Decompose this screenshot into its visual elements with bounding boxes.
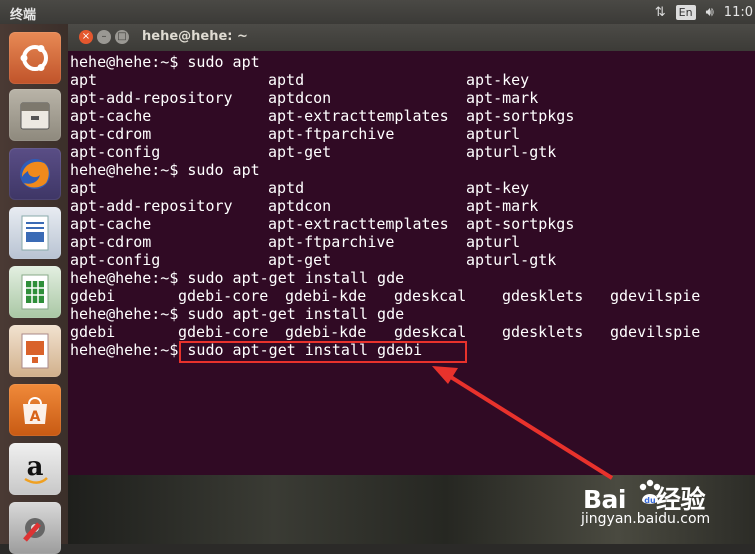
volume-icon[interactable]: 🔊︎ — [706, 3, 714, 21]
completion-item: apturl — [466, 233, 521, 251]
completion-item: gdebi-core — [178, 287, 269, 305]
completion-item: gdebi-kde — [285, 323, 367, 341]
terminal-prompt: hehe@hehe:~$ sudo apt — [70, 161, 260, 179]
terminal-line: hehe@hehe:~$ sudo apt-get install gde — [70, 305, 755, 323]
top-panel: 终端 ⇅ En 🔊︎ 11:0 — [0, 0, 755, 24]
terminal-window[interactable]: × – □ hehe@hehe: ~ hehe@hehe:~$ sudo apt… — [68, 24, 755, 475]
minimize-button[interactable]: – — [97, 30, 111, 44]
svg-text:a: a — [27, 452, 44, 482]
completion-item: aptdcon — [268, 89, 332, 107]
completion-item: aptd — [268, 71, 305, 89]
completion-item: apt-mark — [466, 197, 539, 215]
completion-item: gdesklets — [502, 287, 584, 305]
completion-item: apturl-gtk — [466, 251, 557, 269]
system-settings-icon[interactable] — [9, 502, 61, 554]
completion-item: apt-config — [70, 143, 161, 161]
completion-item: apt-key — [466, 179, 530, 197]
terminal-line: apt aptd apt-key — [70, 71, 755, 89]
maximize-button[interactable]: □ — [115, 30, 129, 44]
svg-text:du: du — [644, 496, 656, 505]
completion-item: apt-ftparchive — [268, 125, 395, 143]
completion-item: apt-add-repository — [70, 197, 233, 215]
terminal-line: gdebi gdebi-core gdebi-kde gdeskcal gdesklet… — [70, 287, 755, 305]
completion-item: gdebi-kde — [285, 287, 367, 305]
writer-icon[interactable] — [9, 207, 61, 259]
paw-icon: du — [639, 479, 661, 505]
completion-item: apt-get — [268, 143, 332, 161]
close-button[interactable]: × — [79, 30, 93, 44]
completion-item: gdebi-core — [178, 323, 269, 341]
terminal-line: hehe@hehe:~$ sudo apt-get install gde — [70, 269, 755, 287]
completion-item: apt-cache — [70, 215, 152, 233]
window-title: hehe@hehe: ~ — [142, 29, 248, 44]
completion-item: apturl-gtk — [466, 143, 557, 161]
terminal-line: apt-config apt-get apturl-gtk — [70, 143, 755, 161]
baidu-watermark: Bai 经验 du jingyan.baidu.com — [575, 478, 753, 542]
completion-item: gdevilspie — [610, 287, 701, 305]
keyboard-layout-indicator[interactable]: En — [675, 4, 696, 20]
amazon-icon[interactable]: a — [9, 443, 61, 495]
app-title: 终端 — [10, 8, 37, 23]
completion-item: apt-sortpkgs — [466, 107, 575, 125]
terminal-output[interactable]: hehe@hehe:~$ sudo apt apt aptd apt-key apt-a… — [70, 53, 755, 359]
files-icon[interactable] — [9, 89, 61, 141]
software-center-icon[interactable]: A — [9, 384, 61, 436]
completion-item: apt — [70, 179, 98, 197]
terminal-line: apt-add-repository aptdcon apt-mark — [70, 197, 755, 215]
completion-item: apt-mark — [466, 89, 539, 107]
terminal-line: apt-cdrom apt-ftparchive apturl — [70, 233, 755, 251]
completion-item: gdeskcal — [394, 287, 467, 305]
system-tray: ⇅ En 🔊︎ 11:0 — [655, 0, 755, 24]
terminal-prompt: hehe@hehe:~$ sudo apt-get install gde — [70, 305, 405, 323]
ubuntu-dash-icon[interactable] — [9, 32, 61, 84]
completion-item: gdebi — [70, 287, 116, 305]
completion-item: apt-ftparchive — [268, 233, 395, 251]
terminal-line: apt-cache apt-extracttemplates apt-sortpkg… — [70, 107, 755, 125]
command-highlight-box — [179, 341, 467, 363]
completion-item: apt-get — [268, 251, 332, 269]
completion-item: gdebi — [70, 323, 116, 341]
impress-icon[interactable] — [9, 325, 61, 377]
completion-item: aptd — [268, 179, 305, 197]
window-titlebar[interactable]: × – □ hehe@hehe: ~ — [68, 24, 755, 51]
completion-item: apt — [70, 71, 98, 89]
completion-item: gdeskcal — [394, 323, 467, 341]
completion-item: gdevilspie — [610, 323, 701, 341]
completion-item: apt-cdrom — [70, 125, 152, 143]
completion-item: apt-sortpkgs — [466, 215, 575, 233]
terminal-line: apt-cache apt-extracttemplates apt-sortpkg… — [70, 215, 755, 233]
terminal-line: gdebi gdebi-core gdebi-kde gdeskcal gdesklet… — [70, 323, 755, 341]
launcher: A a — [0, 24, 68, 554]
completion-item: aptdcon — [268, 197, 332, 215]
watermark-url: jingyan.baidu.com — [581, 511, 711, 527]
completion-item: gdesklets — [502, 323, 584, 341]
completion-item: apt-key — [466, 71, 530, 89]
terminal-line: hehe@hehe:~$ sudo apt — [70, 161, 755, 179]
terminal-line: apt-cdrom apt-ftparchive apturl — [70, 125, 755, 143]
firefox-icon[interactable] — [9, 148, 61, 200]
completion-item: apt-cdrom — [70, 233, 152, 251]
svg-text:A: A — [30, 409, 41, 425]
completion-item: apturl — [466, 125, 521, 143]
terminal-prompt: hehe@hehe:~$ sudo apt-get install gde — [70, 269, 405, 287]
network-icon[interactable]: ⇅ — [655, 3, 666, 21]
completion-item: apt-config — [70, 251, 161, 269]
calc-icon[interactable] — [9, 266, 61, 318]
completion-item: apt-extracttemplates — [268, 215, 449, 233]
terminal-line: apt-config apt-get apturl-gtk — [70, 251, 755, 269]
terminal-line: apt aptd apt-key — [70, 179, 755, 197]
completion-item: apt-cache — [70, 107, 152, 125]
terminal-line: hehe@hehe:~$ sudo apt — [70, 53, 755, 71]
clock[interactable]: 11:0 — [724, 5, 753, 20]
terminal-line: apt-add-repository aptdcon apt-mark — [70, 89, 755, 107]
completion-item: apt-extracttemplates — [268, 107, 449, 125]
terminal-prompt: hehe@hehe:~$ sudo apt — [70, 53, 260, 71]
completion-item: apt-add-repository — [70, 89, 233, 107]
